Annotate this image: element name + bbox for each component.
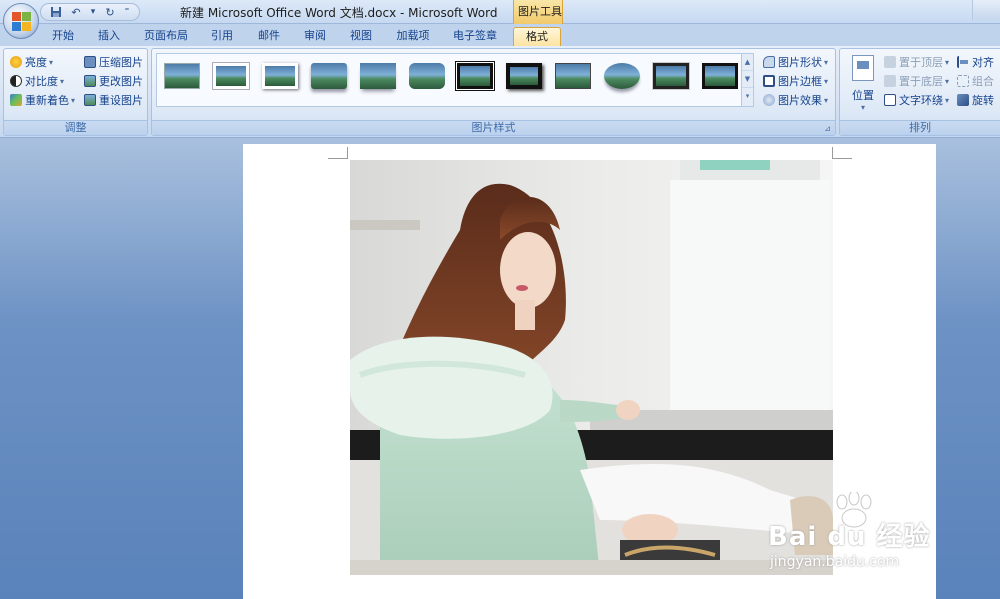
bring-to-front-button[interactable]: 置于顶层 ▾ [884,53,949,71]
rotate-button[interactable]: 旋转 [957,91,994,109]
align-button[interactable]: 对齐 [957,53,994,71]
picture-border-button[interactable]: 图片边框 ▾ [763,72,828,90]
tab-references[interactable]: 引用 [203,27,241,46]
photo-image [350,160,833,575]
window-controls [972,0,1000,20]
ribbon: 亮度 ▾ 对比度 ▾ 重新着色 ▾ 压缩图片 更改图片 重设图片 调整 ▲ ▼ … [0,46,1000,138]
compress-icon [84,56,96,68]
style-thumb-12[interactable] [702,63,738,89]
send-back-icon [884,75,896,87]
style-thumb-3[interactable] [262,63,298,89]
picture-styles-gallery: ▲ ▼ ▾ [156,53,754,107]
tab-view[interactable]: 视图 [342,27,380,46]
change-picture-button[interactable]: 更改图片 [84,72,143,90]
group-icon [957,75,969,87]
group-arrange-label: 排列 [840,120,1000,135]
gallery-up-icon[interactable]: ▲ [742,54,753,71]
effects-icon [763,94,775,106]
quick-access-toolbar: ↶ ▾ ↻ ⁼ [40,3,140,21]
group-objects-button[interactable]: 组合 [957,72,994,90]
style-thumb-10[interactable] [604,63,640,89]
contrast-icon [10,75,22,87]
gallery-scrollbar[interactable]: ▲ ▼ ▾ [741,53,754,107]
reset-picture-button[interactable]: 重设图片 [84,91,143,109]
text-wrap-button[interactable]: 文字环绕 ▾ [884,91,949,109]
baidu-jingyan-watermark: Bai du 经验 jingyan.baidu.com [768,490,948,574]
group-adjust-label: 调整 [4,120,147,135]
send-to-back-button[interactable]: 置于底层 ▾ [884,72,949,90]
bring-front-icon [884,56,896,68]
position-button[interactable]: 位置 ▾ [846,53,880,115]
style-thumb-9[interactable] [555,63,591,89]
save-icon[interactable] [47,4,65,20]
rotate-icon [957,94,969,106]
compress-pictures-button[interactable]: 压缩图片 [84,53,143,71]
picture-tools-label: 图片工具 [518,5,562,18]
watermark-brand: Bai du 经验 [768,522,931,552]
gallery-down-icon[interactable]: ▼ [742,71,753,88]
inserted-picture[interactable] [350,160,833,575]
title-bar: ↶ ▾ ↻ ⁼ 新建 Microsoft Office Word 文档.docx… [0,0,1000,24]
undo-icon[interactable]: ↶ [67,4,85,20]
tab-addins[interactable]: 加载项 [390,27,436,46]
style-thumb-6[interactable] [409,63,445,89]
ribbon-tabs: 开始 插入 页面布局 引用 邮件 审阅 视图 加载项 电子签章 格式 [0,24,1000,46]
style-thumb-2[interactable] [213,63,249,89]
style-thumb-7[interactable] [457,63,493,89]
dialog-launcher-icon[interactable]: ⊿ [824,124,831,133]
style-thumb-5[interactable] [360,63,396,89]
tab-mailings[interactable]: 邮件 [250,27,288,46]
tab-format[interactable]: 格式 [513,27,561,46]
reset-picture-icon [84,94,96,106]
tab-review[interactable]: 审阅 [296,27,334,46]
picture-shape-button[interactable]: 图片形状 ▾ [763,53,828,71]
picture-tools-context-tab: 图片工具 [513,0,563,24]
style-thumb-1[interactable] [164,63,200,89]
undo-dropdown-icon[interactable]: ▾ [87,4,99,20]
recolor-icon [10,94,22,106]
brightness-button[interactable]: 亮度 ▾ [10,53,53,71]
watermark-url: jingyan.baidu.com [770,554,900,570]
redo-icon[interactable]: ↻ [101,4,119,20]
group-picture-styles-label: 图片样式 [152,120,835,135]
border-icon [763,75,775,87]
gallery-more-icon[interactable]: ▾ [742,88,753,105]
customize-qat-icon[interactable]: ⁼ [121,4,133,20]
picture-effects-button[interactable]: 图片效果 ▾ [763,91,828,109]
shape-icon [763,56,775,68]
contrast-button[interactable]: 对比度 ▾ [10,72,64,90]
minimize-button[interactable] [972,0,1000,20]
group-arrange: 位置 ▾ 置于顶层 ▾ 置于底层 ▾ 文字环绕 ▾ 对齐 组合 旋转 排列 [839,48,1000,136]
text-wrap-icon [884,94,896,106]
group-adjust: 亮度 ▾ 对比度 ▾ 重新着色 ▾ 压缩图片 更改图片 重设图片 调整 [3,48,148,136]
sun-icon [10,56,22,68]
style-thumb-4[interactable] [311,63,347,89]
window-title: 新建 Microsoft Office Word 文档.docx - Micro… [180,6,498,20]
style-thumb-11[interactable] [653,63,689,89]
position-icon [852,55,874,81]
office-button[interactable] [3,3,39,39]
style-thumb-8[interactable] [506,63,542,89]
tab-home[interactable]: 开始 [44,27,82,46]
margin-mark-right [832,147,852,159]
tab-insert[interactable]: 插入 [90,27,128,46]
tab-e-signature[interactable]: 电子签章 [446,27,504,46]
tab-page-layout[interactable]: 页面布局 [138,27,194,46]
change-picture-icon [84,75,96,87]
office-logo-icon [12,12,31,31]
recolor-button[interactable]: 重新着色 ▾ [10,91,75,109]
group-picture-styles: ▲ ▼ ▾ 图片形状 ▾ 图片边框 ▾ 图片效果 ▾ 图片样式 ⊿ [151,48,836,136]
margin-mark-left [328,147,348,159]
align-icon [957,56,969,68]
